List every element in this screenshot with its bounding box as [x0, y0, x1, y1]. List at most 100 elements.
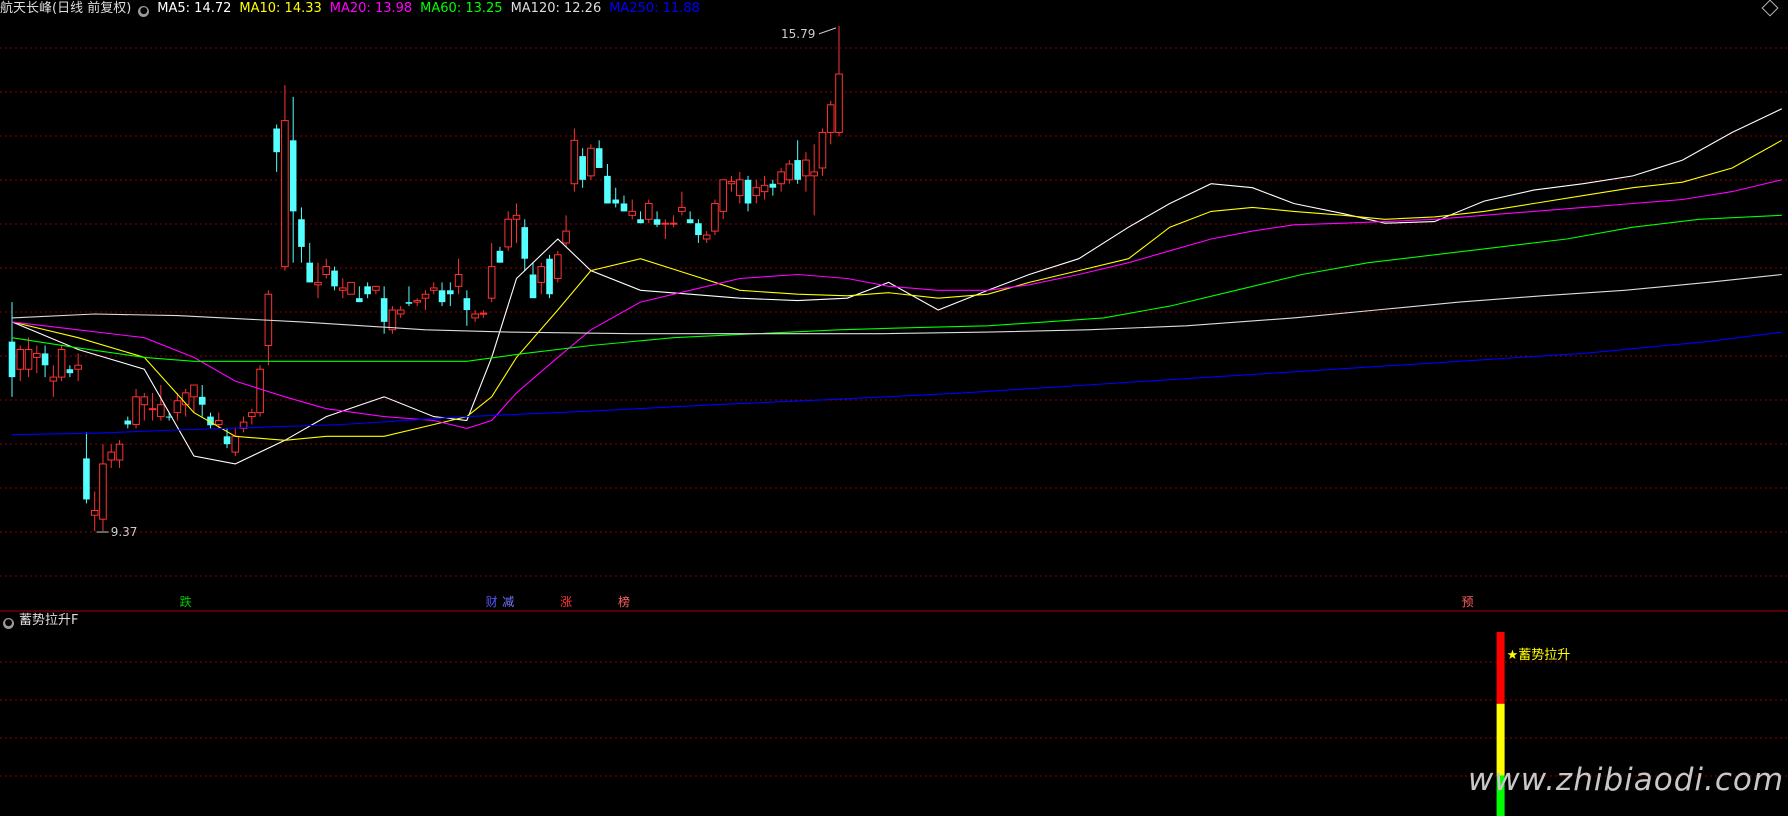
- candle-body-down: [637, 219, 644, 224]
- candle-body-up: [281, 120, 289, 268]
- candle-body-up: [835, 73, 843, 133]
- candle-body-up: [777, 171, 785, 185]
- ma-legend: MA5: 14.72 MA10: 14.33 MA20: 13.98 MA60: 13…: [157, 1, 708, 16]
- candle-body-down: [447, 290, 454, 295]
- candle-body-down: [769, 183, 777, 188]
- candle-body-up: [99, 463, 107, 520]
- candle-body-up: [711, 202, 719, 232]
- candle-body-up: [562, 230, 570, 244]
- candle-body-up: [74, 364, 82, 370]
- candle-body-down: [604, 175, 611, 204]
- candle-body-up: [644, 202, 653, 220]
- candle-body-up: [735, 179, 744, 197]
- candle-body-down: [306, 262, 314, 283]
- candle-body-down: [496, 250, 504, 263]
- ma-line-ma250: [11, 331, 1782, 436]
- candle-body-up: [512, 214, 521, 220]
- candle-body-up: [248, 412, 256, 418]
- event-marker: 预: [1462, 595, 1474, 609]
- stock-name: 航天长峰(日线 前复权): [0, 1, 132, 16]
- collapse-icon[interactable]: ●: [3, 618, 14, 629]
- event-marker: 减: [502, 595, 514, 609]
- candle-body-down: [695, 223, 702, 236]
- candle-body-up: [24, 348, 33, 370]
- ma-label-ma20: MA20: 13.98: [329, 1, 413, 16]
- candle-body-up: [57, 348, 66, 378]
- candle-body-down: [529, 274, 537, 299]
- candle-body-down: [744, 179, 752, 204]
- ma-line-ma10: [11, 139, 1783, 441]
- max-pointer: [818, 27, 837, 35]
- ma-label-ma10: MA10: 14.33: [239, 1, 322, 16]
- candle-body-up: [347, 281, 355, 295]
- min-price-label: 9.37: [111, 525, 138, 539]
- candle-body-up: [231, 435, 240, 453]
- candle-body-up: [90, 509, 99, 516]
- candle-body-down: [595, 148, 603, 168]
- candle-body-up: [115, 443, 124, 461]
- candle-body-down: [356, 298, 363, 303]
- candle-body-up: [429, 287, 438, 291]
- candle-body-up: [719, 179, 728, 212]
- candle-body-up: [752, 187, 761, 197]
- candle-body-down: [463, 298, 471, 311]
- candle-body-up: [678, 206, 686, 212]
- candle-body-down: [41, 353, 49, 366]
- event-marker: 涨: [560, 594, 572, 609]
- candle-body-up: [785, 163, 794, 181]
- candle-body-up: [157, 404, 165, 418]
- candle-body-down: [364, 286, 371, 295]
- candle-body-up: [760, 184, 769, 193]
- candle-body-up: [214, 420, 223, 425]
- candle-body-down: [612, 199, 620, 204]
- candle-body-down: [620, 203, 628, 212]
- candle-body-up: [190, 384, 198, 398]
- ma-label-ma60: MA60: 13.25: [420, 1, 503, 16]
- candle-body-down: [8, 341, 16, 378]
- ma-line-ma20: [11, 179, 1782, 429]
- collapse-icon[interactable]: ●: [138, 6, 150, 17]
- event-marker: 跌: [180, 594, 192, 609]
- candle-body-up: [322, 266, 331, 276]
- candle-body-up: [702, 234, 711, 240]
- candle-body-up: [727, 180, 736, 185]
- candle-body-down: [794, 160, 801, 180]
- candle-body-up: [479, 312, 488, 315]
- candle-body-down: [546, 258, 553, 295]
- sub-panel-header: ● 蓄势拉升F: [0, 612, 78, 630]
- candle-body-up: [669, 222, 678, 225]
- candle-body-down: [83, 458, 90, 500]
- candle-body-up: [49, 376, 58, 382]
- candle-body-up: [372, 285, 380, 291]
- candle-body-up: [471, 313, 479, 319]
- ma-line-ma5: [11, 108, 1783, 465]
- candle-body-up: [826, 104, 835, 133]
- kline-chart[interactable]: 15.79 9.37 跌 财减 涨 榜 预 ★蓄势拉升: [0, 0, 1788, 816]
- candle-body-up: [107, 451, 116, 461]
- candle-body-up: [802, 159, 810, 177]
- candle-body-up: [396, 309, 405, 315]
- max-price-label: 15.79: [781, 27, 815, 41]
- candle-body-up: [148, 408, 157, 411]
- candle-body-up: [314, 281, 322, 286]
- event-marker: 财: [486, 595, 498, 609]
- candle-body-down: [405, 302, 413, 304]
- sub-panel-title: 蓄势拉升F: [19, 613, 79, 628]
- candle-body-up: [628, 210, 637, 216]
- signal-bar-segment: [1496, 632, 1505, 704]
- candle-body-down: [198, 396, 206, 405]
- candle-body-down: [380, 298, 388, 322]
- candle-body-up: [140, 396, 149, 406]
- candle-body-down: [298, 219, 305, 247]
- candle-body-down: [124, 420, 132, 425]
- candle-body-down: [66, 369, 74, 374]
- candle-body-down: [521, 227, 529, 259]
- candle-body-up: [33, 352, 41, 358]
- candle-body-up: [388, 309, 397, 331]
- candle-body-up: [818, 131, 827, 169]
- candle-body-up: [16, 348, 25, 370]
- candle-body-up: [504, 218, 512, 248]
- watermark: www.zhibiaodi.com: [1468, 762, 1785, 798]
- chart-header: 航天长峰(日线 前复权) ● MA5: 14.72 MA10: 14.33 MA20: …: [0, 0, 716, 18]
- event-marker: 榜: [618, 594, 630, 609]
